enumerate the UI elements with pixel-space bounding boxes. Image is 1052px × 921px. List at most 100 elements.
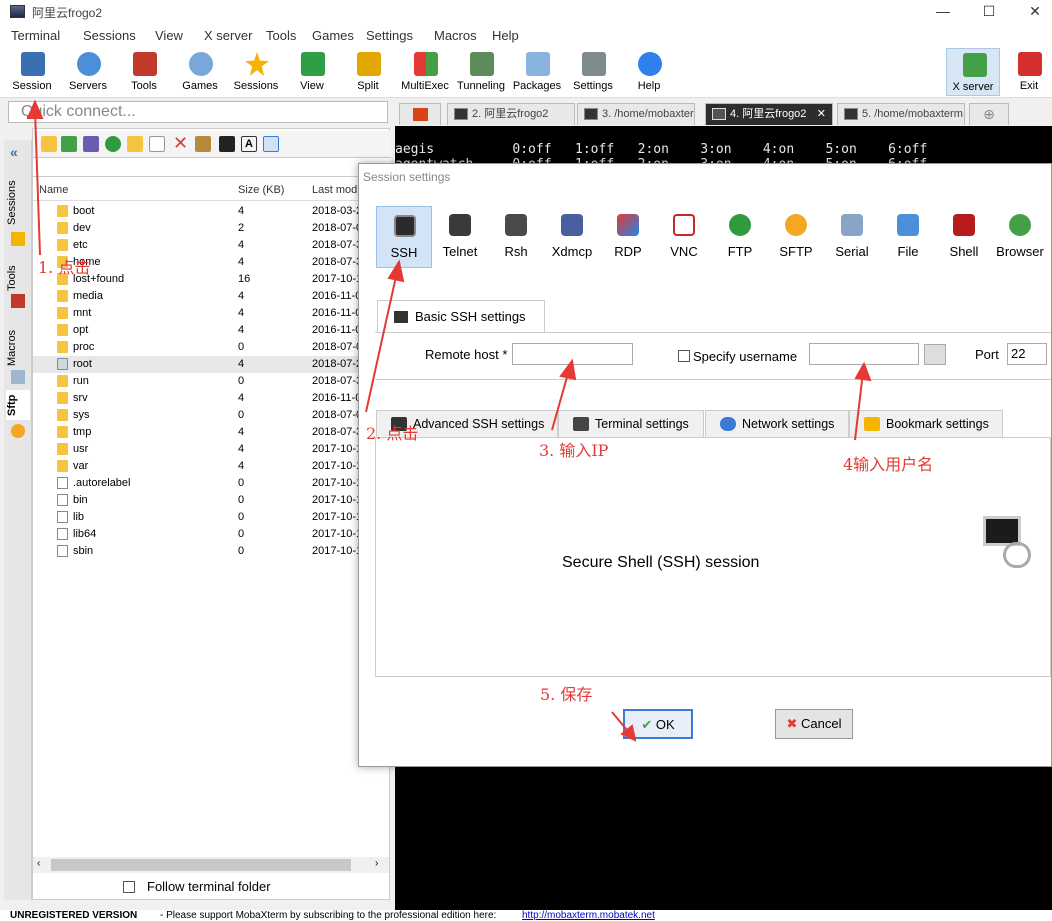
delete-icon[interactable]: ✕ xyxy=(173,134,189,152)
user-manager-button[interactable] xyxy=(924,344,946,365)
settings-button[interactable]: Settings xyxy=(566,48,620,96)
side-tab-macros[interactable]: Macros xyxy=(6,324,30,372)
file-row[interactable]: run 0 2018-07-3 xyxy=(33,373,391,390)
packages-button[interactable]: Packages xyxy=(510,48,564,96)
close-button[interactable]: ✕ xyxy=(1012,2,1052,22)
new-file-icon[interactable] xyxy=(149,136,165,152)
horizontal-scrollbar[interactable]: ‹ › xyxy=(33,857,389,873)
file-row[interactable]: boot 4 2018-03-2 xyxy=(33,203,391,220)
session-type-ssh[interactable]: SSH xyxy=(376,206,432,268)
menu-games[interactable]: Games xyxy=(312,28,354,43)
file-row[interactable]: opt 4 2016-11-0 xyxy=(33,322,391,339)
menu-macros[interactable]: Macros xyxy=(434,28,477,43)
session-type-serial[interactable]: Serial xyxy=(824,206,880,268)
username-input[interactable] xyxy=(809,343,919,365)
menu-view[interactable]: View xyxy=(155,28,183,43)
home-tab[interactable] xyxy=(399,103,441,125)
exit-button[interactable]: Exit xyxy=(1002,48,1052,96)
download-icon[interactable] xyxy=(61,136,77,152)
file-row[interactable]: sbin 0 2017-10-1 xyxy=(33,543,391,560)
session-type-browser[interactable]: Browser xyxy=(992,206,1048,268)
minimize-button[interactable]: — xyxy=(920,2,966,22)
side-tab-tools[interactable]: Tools xyxy=(6,258,30,298)
file-row[interactable]: etc 4 2018-07-3 xyxy=(33,237,391,254)
tab-bookmark-settings[interactable]: Bookmark settings xyxy=(849,410,1003,438)
terminal-tab-2[interactable]: 2. 阿里云frogo2 xyxy=(447,103,575,125)
session-type-rdp[interactable]: RDP xyxy=(600,206,656,268)
col-size[interactable]: Size (KB) xyxy=(238,184,284,196)
file-row[interactable]: mnt 4 2016-11-0 xyxy=(33,305,391,322)
view-button[interactable]: View xyxy=(285,48,339,96)
session-button[interactable]: Session xyxy=(5,48,59,96)
menu-help[interactable]: Help xyxy=(492,28,519,43)
scroll-right-icon[interactable]: › xyxy=(375,858,378,869)
session-type-sftp[interactable]: SFTP xyxy=(768,206,824,268)
menu-tools[interactable]: Tools xyxy=(266,28,296,43)
upload-icon[interactable] xyxy=(83,136,99,152)
quick-connect-input[interactable]: Quick connect... xyxy=(8,101,388,123)
file-row[interactable]: lib 0 2017-10-1 xyxy=(33,509,391,526)
remote-host-input[interactable] xyxy=(512,343,633,365)
file-row[interactable]: srv 4 2016-11-0 xyxy=(33,390,391,407)
file-row[interactable]: proc 0 2018-07-0 xyxy=(33,339,391,356)
servers-button[interactable]: Servers xyxy=(61,48,115,96)
menu-xserver[interactable]: X server xyxy=(204,28,252,43)
tools-button[interactable]: Tools xyxy=(117,48,171,96)
menu-sessions[interactable]: Sessions xyxy=(83,28,136,43)
menu-terminal[interactable]: Terminal xyxy=(11,28,60,43)
new-tab-button[interactable]: ⊕ xyxy=(969,103,1009,125)
file-row[interactable]: tmp 4 2018-07-3 xyxy=(33,424,391,441)
session-type-ftp[interactable]: FTP xyxy=(712,206,768,268)
file-row[interactable]: .autorelabel 0 2017-10-1 xyxy=(33,475,391,492)
multiexec-button[interactable]: MultiExec xyxy=(398,48,452,96)
file-row[interactable]: dev 2 2018-07-0 xyxy=(33,220,391,237)
session-type-telnet[interactable]: Telnet xyxy=(432,206,488,268)
scrollbar-thumb[interactable] xyxy=(51,859,351,871)
specify-username-checkbox[interactable] xyxy=(678,350,690,362)
list-view-icon[interactable] xyxy=(263,136,279,152)
terminal-tab-5[interactable]: 5. /home/mobaxterm xyxy=(837,103,965,125)
session-type-rsh[interactable]: Rsh xyxy=(488,206,544,268)
tab-network-settings[interactable]: Network settings xyxy=(705,410,849,438)
maximize-button[interactable]: ☐ xyxy=(966,2,1012,22)
parent-folder-icon[interactable] xyxy=(41,136,57,152)
tab-terminal-settings[interactable]: Terminal settings xyxy=(558,410,704,438)
tunneling-button[interactable]: Tunneling xyxy=(454,48,508,96)
cancel-button[interactable]: ✖ Cancel xyxy=(775,709,853,739)
side-tab-sftp[interactable]: Sftp xyxy=(6,390,30,420)
text-icon[interactable]: A xyxy=(241,136,257,152)
menu-settings[interactable]: Settings xyxy=(366,28,413,43)
games-button[interactable]: Games xyxy=(173,48,227,96)
close-tab-icon[interactable]: ✕ xyxy=(817,104,826,124)
new-folder-icon[interactable] xyxy=(127,136,143,152)
tab-basic-ssh-settings[interactable]: Basic SSH settings xyxy=(377,300,545,333)
file-row[interactable]: var 4 2017-10-1 xyxy=(33,458,391,475)
refresh-icon[interactable] xyxy=(105,136,121,152)
xserver-button[interactable]: X server xyxy=(946,48,1000,96)
terminal-tab-4[interactable]: 4. 阿里云frogo2 ✕ xyxy=(705,103,833,125)
terminal-icon[interactable] xyxy=(219,136,235,152)
collapse-icon[interactable]: « xyxy=(10,144,18,160)
file-row[interactable]: root 4 2018-07-2 xyxy=(33,356,391,373)
session-type-file[interactable]: File xyxy=(880,206,936,268)
terminal-tab-3[interactable]: 3. /home/mobaxterm xyxy=(577,103,695,125)
file-row[interactable]: bin 0 2017-10-1 xyxy=(33,492,391,509)
help-button[interactable]: Help xyxy=(622,48,676,96)
ok-button[interactable]: ✔ OK xyxy=(623,709,693,739)
split-button[interactable]: Split xyxy=(341,48,395,96)
file-row[interactable]: usr 4 2017-10-1 xyxy=(33,441,391,458)
mobaxterm-link[interactable]: http://mobaxterm.mobatek.net xyxy=(522,910,655,921)
file-row[interactable]: media 4 2016-11-0 xyxy=(33,288,391,305)
col-name[interactable]: Name xyxy=(39,184,68,196)
scroll-left-icon[interactable]: ‹ xyxy=(37,858,40,869)
file-row[interactable]: sys 0 2018-07-0 xyxy=(33,407,391,424)
path-input[interactable] xyxy=(33,157,391,177)
sessions-button[interactable]: Sessions xyxy=(229,48,283,96)
session-type-shell[interactable]: Shell xyxy=(936,206,992,268)
session-type-vnc[interactable]: VNC xyxy=(656,206,712,268)
wand-icon[interactable] xyxy=(195,136,211,152)
session-type-xdmcp[interactable]: Xdmcp xyxy=(544,206,600,268)
port-input[interactable]: 22 xyxy=(1007,343,1047,365)
file-row[interactable]: lib64 0 2017-10-1 xyxy=(33,526,391,543)
side-tab-sessions[interactable]: Sessions xyxy=(6,176,30,230)
